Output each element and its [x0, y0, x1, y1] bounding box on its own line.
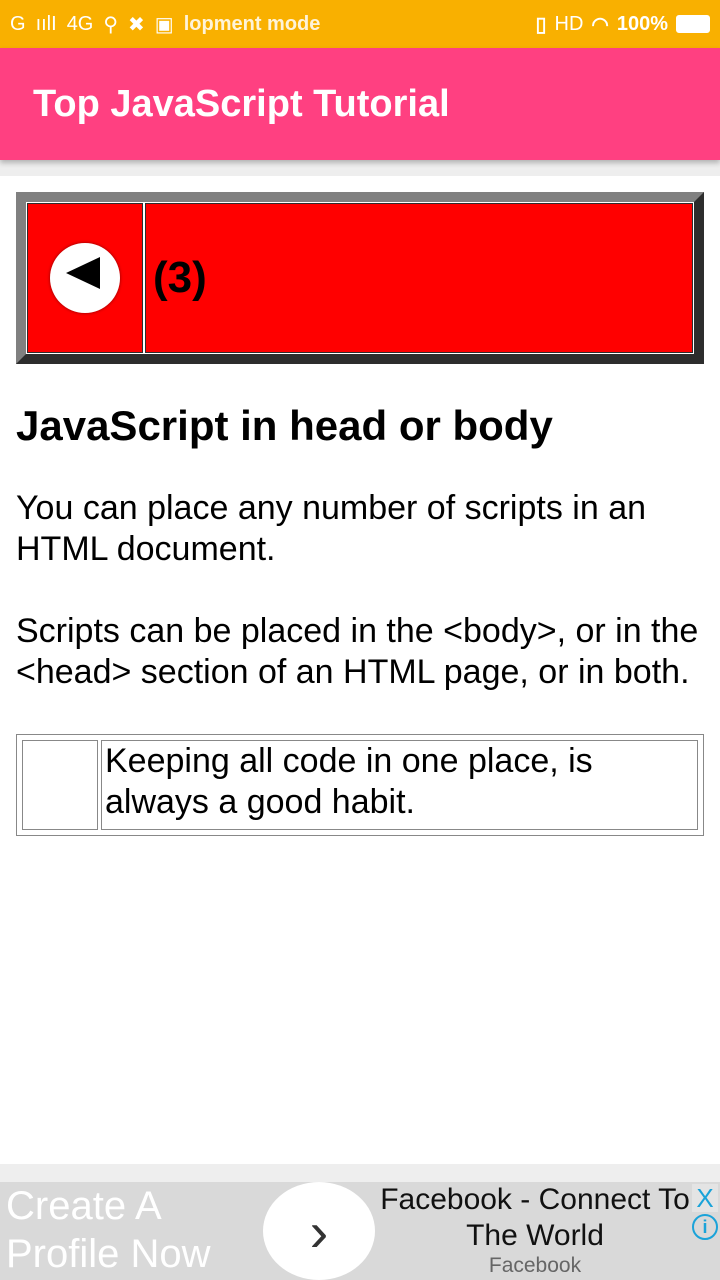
note-table: Keeping all code in one place, is always…	[16, 734, 704, 836]
ad-banner[interactable]: Create A Profile Now › Facebook - Connec…	[0, 1164, 720, 1280]
note-text: Keeping all code in one place, is always…	[101, 740, 698, 830]
status-bar: GıılI 4G ⚲ ✖ ▣ lopment mode ▯ HD ◠ 100%	[0, 0, 720, 48]
paragraph: You can place any number of scripts in a…	[16, 489, 647, 568]
hd-icon: HD	[554, 12, 584, 35]
ad-text[interactable]: Facebook - Connect To The World Facebook	[380, 1182, 690, 1278]
paragraph: Scripts can be placed in the <body>, or …	[16, 612, 699, 691]
ad-title: Facebook - Connect To The World	[380, 1183, 690, 1252]
ad-open-button[interactable]: ›	[263, 1182, 375, 1280]
divider	[0, 160, 720, 176]
battery-percent: 100%	[616, 12, 668, 35]
article-heading: JavaScript in head or body	[16, 402, 553, 449]
ad-info-icon[interactable]: i	[692, 1214, 718, 1240]
signal-bars-icon: ıılI	[35, 12, 57, 35]
ad-close-icon[interactable]: X	[692, 1184, 718, 1212]
ad-headline[interactable]: Create A Profile Now	[6, 1182, 246, 1278]
chevron-right-icon: ›	[309, 1199, 329, 1263]
wifi-icon: ◠	[591, 13, 609, 36]
back-arrow-icon	[66, 257, 100, 289]
debug-icon: ▣	[154, 13, 174, 36]
nav-cell	[27, 203, 143, 353]
signal-4g-icon: 4G	[66, 12, 94, 35]
article: (3) JavaScript in head or body You can p…	[0, 176, 720, 836]
app-title: Top JavaScript Tutorial	[33, 82, 450, 125]
signal-icon: G	[10, 12, 26, 35]
app-bar: Top JavaScript Tutorial	[0, 48, 720, 160]
ad-advertiser: Facebook	[488, 1254, 582, 1277]
nav-table: (3)	[16, 192, 704, 364]
tools-icon: ✖	[128, 13, 145, 36]
notification-text: lopment mode	[183, 12, 321, 35]
page-number: (3)	[145, 203, 693, 353]
note-icon-cell	[22, 740, 98, 830]
back-button[interactable]	[50, 243, 120, 313]
ad-content[interactable]: Create A Profile Now › Facebook - Connec…	[0, 1182, 720, 1280]
battery-icon	[676, 15, 710, 33]
vibrate-icon: ▯	[535, 13, 547, 36]
usb-icon: ⚲	[103, 13, 119, 36]
